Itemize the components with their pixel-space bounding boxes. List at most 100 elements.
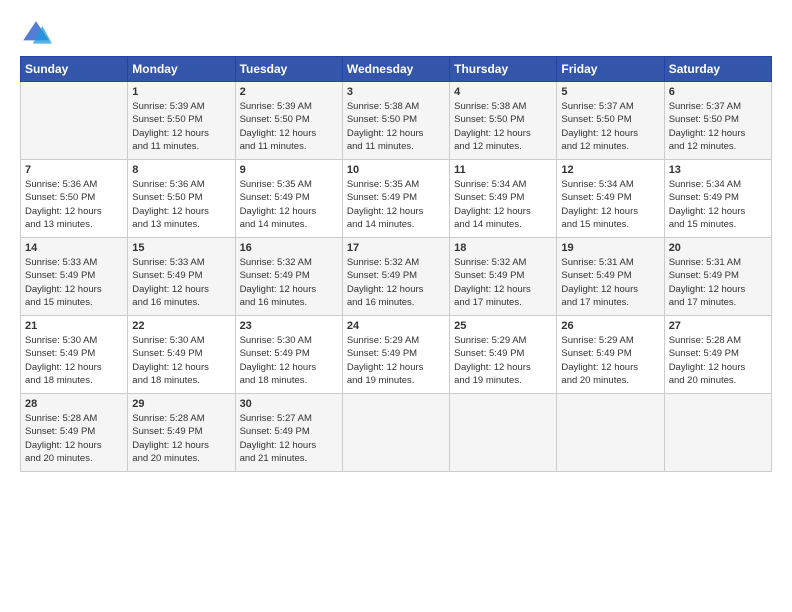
day-info: Sunrise: 5:39 AMSunset: 5:50 PMDaylight:… [132,100,230,153]
calendar-cell: 2Sunrise: 5:39 AMSunset: 5:50 PMDaylight… [235,82,342,160]
day-number: 11 [454,164,552,176]
day-info: Sunrise: 5:30 AMSunset: 5:49 PMDaylight:… [132,334,230,387]
day-info: Sunrise: 5:31 AMSunset: 5:49 PMDaylight:… [669,256,767,309]
week-row-4: 21 Sunrise: 5:30 AMSunset: 5:49 PMDayligh… [21,316,772,394]
calendar-cell: 29 Sunrise: 5:28 AMSunset: 5:49 PMDayligh… [128,394,235,472]
day-info: Sunrise: 5:38 AMSunset: 5:50 PMDaylight:… [454,100,552,153]
calendar-cell: 19Sunrise: 5:31 AMSunset: 5:49 PMDayligh… [557,238,664,316]
calendar-cell: 22 Sunrise: 5:30 AMSunset: 5:49 PMDayligh… [128,316,235,394]
day-number: 13 [669,164,767,176]
header-row: SundayMondayTuesdayWednesdayThursdayFrid… [21,57,772,82]
week-row-5: 28 Sunrise: 5:28 AMSunset: 5:49 PMDayligh… [21,394,772,472]
calendar-cell: 24Sunrise: 5:29 AMSunset: 5:49 PMDayligh… [342,316,449,394]
calendar-header: SundayMondayTuesdayWednesdayThursdayFrid… [21,57,772,82]
calendar-cell: 12 Sunrise: 5:34 AMSunset: 5:49 PMDayligh… [557,160,664,238]
calendar-cell: 18 Sunrise: 5:32 AMSunset: 5:49 PMDayligh… [450,238,557,316]
calendar-cell: 17Sunrise: 5:32 AMSunset: 5:49 PMDayligh… [342,238,449,316]
day-info: Sunrise: 5:39 AMSunset: 5:50 PMDaylight:… [240,100,338,153]
day-info: Sunrise: 5:35 AMSunset: 5:49 PMDaylight:… [347,178,445,231]
day-info: Sunrise: 5:32 AMSunset: 5:49 PMDaylight:… [454,256,552,309]
calendar-cell [557,394,664,472]
day-number: 20 [669,242,767,254]
calendar-cell [664,394,771,472]
day-info: Sunrise: 5:34 AMSunset: 5:49 PMDaylight:… [454,178,552,231]
calendar-cell: 11 Sunrise: 5:34 AMSunset: 5:49 PMDayligh… [450,160,557,238]
calendar-cell: 4Sunrise: 5:38 AMSunset: 5:50 PMDaylight… [450,82,557,160]
header-cell-monday: Monday [128,57,235,82]
calendar-cell [342,394,449,472]
week-row-3: 14 Sunrise: 5:33 AMSunset: 5:49 PMDayligh… [21,238,772,316]
day-info: Sunrise: 5:36 AMSunset: 5:50 PMDaylight:… [25,178,123,231]
day-info: Sunrise: 5:30 AMSunset: 5:49 PMDaylight:… [25,334,123,387]
calendar-cell: 8 Sunrise: 5:36 AMSunset: 5:50 PMDaylight… [128,160,235,238]
calendar-cell [21,82,128,160]
calendar-cell [450,394,557,472]
calendar-cell: 30Sunrise: 5:27 AMSunset: 5:49 PMDayligh… [235,394,342,472]
day-number: 6 [669,86,767,98]
calendar-cell: 23 Sunrise: 5:30 AMSunset: 5:49 PMDayligh… [235,316,342,394]
day-info: Sunrise: 5:37 AMSunset: 5:50 PMDaylight:… [669,100,767,153]
header-cell-sunday: Sunday [21,57,128,82]
day-number: 12 [561,164,659,176]
day-info: Sunrise: 5:29 AMSunset: 5:49 PMDaylight:… [347,334,445,387]
calendar-cell: 7 Sunrise: 5:36 AMSunset: 5:50 PMDaylight… [21,160,128,238]
day-number: 22 [132,320,230,332]
header-cell-wednesday: Wednesday [342,57,449,82]
day-number: 29 [132,398,230,410]
day-number: 7 [25,164,123,176]
day-number: 8 [132,164,230,176]
calendar-cell: 15 Sunrise: 5:33 AMSunset: 5:49 PMDayligh… [128,238,235,316]
day-info: Sunrise: 5:33 AMSunset: 5:49 PMDaylight:… [132,256,230,309]
calendar-cell: 20 Sunrise: 5:31 AMSunset: 5:49 PMDayligh… [664,238,771,316]
week-row-1: 1 Sunrise: 5:39 AMSunset: 5:50 PMDaylight… [21,82,772,160]
day-info: Sunrise: 5:29 AMSunset: 5:49 PMDaylight:… [561,334,659,387]
logo-icon [20,18,52,50]
day-info: Sunrise: 5:34 AMSunset: 5:49 PMDaylight:… [561,178,659,231]
week-row-2: 7 Sunrise: 5:36 AMSunset: 5:50 PMDaylight… [21,160,772,238]
day-info: Sunrise: 5:28 AMSunset: 5:49 PMDaylight:… [669,334,767,387]
calendar-cell: 9Sunrise: 5:35 AMSunset: 5:49 PMDaylight… [235,160,342,238]
calendar-cell: 3 Sunrise: 5:38 AMSunset: 5:50 PMDaylight… [342,82,449,160]
calendar-cell: 16 Sunrise: 5:32 AMSunset: 5:49 PMDayligh… [235,238,342,316]
day-number: 10 [347,164,445,176]
day-info: Sunrise: 5:27 AMSunset: 5:49 PMDaylight:… [240,412,338,465]
day-number: 15 [132,242,230,254]
calendar-cell: 6 Sunrise: 5:37 AMSunset: 5:50 PMDaylight… [664,82,771,160]
calendar-cell: 26 Sunrise: 5:29 AMSunset: 5:49 PMDayligh… [557,316,664,394]
day-info: Sunrise: 5:36 AMSunset: 5:50 PMDaylight:… [132,178,230,231]
day-info: Sunrise: 5:31 AMSunset: 5:49 PMDaylight:… [561,256,659,309]
day-number: 1 [132,86,230,98]
day-number: 9 [240,164,338,176]
logo [20,18,56,50]
calendar-cell: 28 Sunrise: 5:28 AMSunset: 5:49 PMDayligh… [21,394,128,472]
day-info: Sunrise: 5:38 AMSunset: 5:50 PMDaylight:… [347,100,445,153]
day-info: Sunrise: 5:28 AMSunset: 5:49 PMDaylight:… [25,412,123,465]
header-cell-tuesday: Tuesday [235,57,342,82]
day-info: Sunrise: 5:32 AMSunset: 5:49 PMDaylight:… [347,256,445,309]
day-number: 28 [25,398,123,410]
day-number: 3 [347,86,445,98]
day-number: 23 [240,320,338,332]
day-number: 21 [25,320,123,332]
day-number: 18 [454,242,552,254]
day-info: Sunrise: 5:29 AMSunset: 5:49 PMDaylight:… [454,334,552,387]
day-info: Sunrise: 5:32 AMSunset: 5:49 PMDaylight:… [240,256,338,309]
calendar-table: SundayMondayTuesdayWednesdayThursdayFrid… [20,56,772,472]
calendar-cell: 14Sunrise: 5:33 AMSunset: 5:49 PMDayligh… [21,238,128,316]
header-cell-saturday: Saturday [664,57,771,82]
day-info: Sunrise: 5:28 AMSunset: 5:49 PMDaylight:… [132,412,230,465]
day-number: 26 [561,320,659,332]
day-number: 14 [25,242,123,254]
day-number: 16 [240,242,338,254]
calendar-cell: 10 Sunrise: 5:35 AMSunset: 5:49 PMDayligh… [342,160,449,238]
calendar-cell: 27Sunrise: 5:28 AMSunset: 5:49 PMDayligh… [664,316,771,394]
day-info: Sunrise: 5:30 AMSunset: 5:49 PMDaylight:… [240,334,338,387]
day-number: 25 [454,320,552,332]
header [20,18,772,50]
calendar-cell: 1 Sunrise: 5:39 AMSunset: 5:50 PMDaylight… [128,82,235,160]
header-cell-thursday: Thursday [450,57,557,82]
calendar-cell: 13 Sunrise: 5:34 AMSunset: 5:49 PMDayligh… [664,160,771,238]
calendar-cell: 25 Sunrise: 5:29 AMSunset: 5:49 PMDayligh… [450,316,557,394]
calendar-body: 1 Sunrise: 5:39 AMSunset: 5:50 PMDaylight… [21,82,772,472]
day-info: Sunrise: 5:34 AMSunset: 5:49 PMDaylight:… [669,178,767,231]
